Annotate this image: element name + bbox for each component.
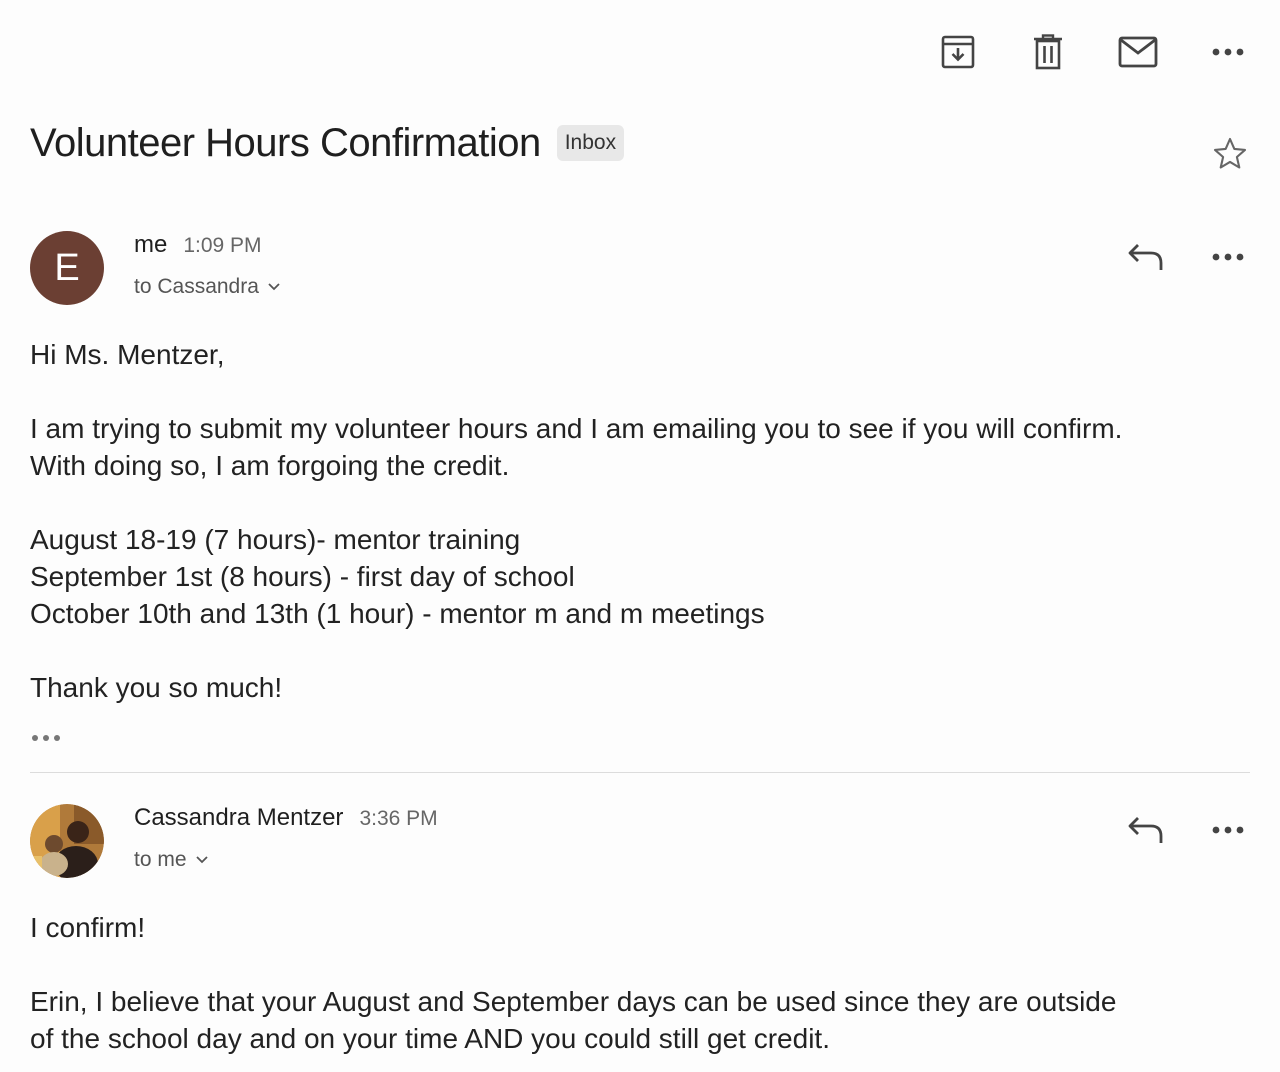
archive-icon: [941, 35, 975, 69]
body-line: I am trying to submit my volunteer hours…: [30, 413, 1123, 444]
recipient-toggle[interactable]: to me: [134, 848, 209, 872]
body-line: I confirm!: [30, 912, 146, 943]
reply-icon: [1128, 244, 1163, 270]
sender-name: me: [134, 231, 168, 258]
body-line: August 18-19 (7 hours)- mentor training: [30, 524, 521, 555]
body-line: September 1st (8 hours) - first day of s…: [30, 561, 575, 592]
avatar: [30, 804, 104, 878]
body-line: Hi Ms. Mentzer,: [30, 339, 225, 370]
message-more-button[interactable]: [1206, 235, 1250, 279]
reply-button[interactable]: [1124, 808, 1168, 852]
reply-icon: [1128, 817, 1163, 843]
avatar: E: [30, 231, 104, 305]
star-button[interactable]: [1210, 134, 1250, 174]
delete-button[interactable]: [1026, 30, 1070, 74]
email-subject: Volunteer Hours Confirmation: [30, 120, 541, 165]
more-horizontal-icon: [1212, 253, 1244, 261]
top-toolbar: [936, 30, 1250, 74]
more-horizontal-icon: [1212, 826, 1244, 834]
subject-row: Volunteer Hours Confirmation Inbox: [30, 118, 1250, 168]
message-more-button[interactable]: [1206, 808, 1250, 852]
recipient-label: to Cassandra: [134, 275, 259, 298]
more-horizontal-icon: [1212, 48, 1244, 56]
show-trimmed-content-button[interactable]: [30, 730, 70, 750]
archive-button[interactable]: [936, 30, 980, 74]
mark-unread-button[interactable]: [1116, 30, 1160, 74]
chevron-down-icon: [195, 856, 208, 864]
message-body-2: I confirm! Erin, I believe that your Aug…: [30, 909, 1250, 1057]
body-line: of the school day and on your time AND y…: [30, 1023, 830, 1054]
body-line: Thank you so much!: [30, 672, 283, 703]
inbox-label-chip[interactable]: Inbox: [556, 125, 625, 161]
message-header-1[interactable]: E me 1:09 PM to Cassandra: [30, 231, 1250, 311]
body-line: Erin, I believe that your August and Sep…: [30, 986, 1117, 1017]
mail-icon: [1118, 36, 1158, 68]
more-options-button[interactable]: [1206, 30, 1250, 74]
body-line: October 10th and 13th (1 hour) - mentor …: [30, 598, 765, 629]
message-time: 1:09 PM: [183, 234, 262, 257]
message-divider: [30, 772, 1250, 773]
body-line: With doing so, I am forgoing the credit.: [30, 450, 510, 481]
more-horizontal-icon: [32, 735, 60, 741]
chevron-down-icon: [268, 283, 280, 291]
star-icon: [1213, 137, 1247, 169]
message-body-1: Hi Ms. Mentzer, I am trying to submit my…: [30, 336, 1250, 706]
message-header-2[interactable]: Cassandra Mentzer 3:36 PM to me: [30, 804, 1250, 884]
message-time: 3:36 PM: [359, 807, 438, 830]
sender-name: Cassandra Mentzer: [134, 804, 344, 831]
trash-icon: [1034, 34, 1062, 70]
recipient-toggle[interactable]: to Cassandra: [134, 275, 281, 299]
reply-button[interactable]: [1124, 235, 1168, 279]
recipient-label: to me: [134, 848, 187, 871]
